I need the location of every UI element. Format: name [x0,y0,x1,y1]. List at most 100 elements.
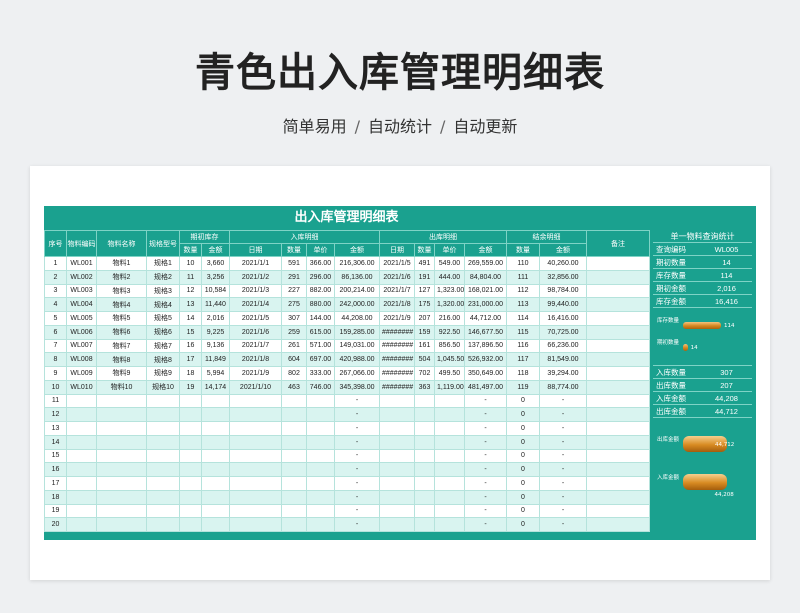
cell-o-amt[interactable] [201,489,230,505]
cell-code[interactable]: WL002 [66,269,97,285]
cell-spec[interactable]: 规格8 [146,352,180,367]
cell-i-qty[interactable] [281,476,307,491]
cell-x-price[interactable] [434,393,465,409]
cell-name[interactable]: 物料8 [96,352,147,367]
cell-c-qty[interactable]: 116 [506,338,540,354]
cell-no[interactable]: 14 [44,434,67,450]
cell-i-date[interactable]: 2021/1/5 [229,311,282,326]
col-header-date[interactable]: 日期 [229,243,282,257]
cell-c-qty[interactable]: 0 [506,407,540,422]
cell-code[interactable] [66,421,97,436]
cell-c-qty[interactable]: 0 [506,489,540,505]
cell-o-amt[interactable]: 11,849 [201,352,230,367]
cell-remark[interactable] [586,393,650,409]
cell-name[interactable]: 物料2 [96,269,147,285]
cell-i-amt[interactable]: - [334,448,380,464]
cell-c-amt[interactable]: - [539,503,587,519]
cell-code[interactable] [66,393,97,409]
cell-x-date[interactable] [379,503,415,519]
cell-x-date[interactable]: ######## [379,366,415,381]
cell-spec[interactable]: 规格10 [146,379,180,395]
cell-x-qty[interactable]: 491 [414,256,435,271]
cell-name[interactable]: 物料4 [96,297,147,312]
cell-i-amt[interactable]: - [334,476,380,491]
cell-i-date[interactable] [229,407,282,422]
cell-c-qty[interactable]: 110 [506,256,540,271]
table-row[interactable]: 1 WL001 物料1 规格1 10 3,660 2021/1/1 591 366.00 216,… [44,256,650,271]
cell-x-price[interactable]: 216.00 [434,311,465,326]
cell-o-qty[interactable]: 19 [179,379,202,395]
cell-spec[interactable]: 规格2 [146,269,180,285]
cell-i-qty[interactable]: 261 [281,338,307,354]
cell-i-qty[interactable]: 802 [281,366,307,381]
cell-x-date[interactable] [379,407,415,422]
cell-i-qty[interactable]: 604 [281,352,307,367]
cell-x-price[interactable] [434,448,465,464]
cell-spec[interactable] [146,462,180,477]
cell-spec[interactable]: 规格7 [146,338,180,354]
cell-no[interactable]: 19 [44,503,67,519]
cell-o-qty[interactable] [179,489,202,505]
cell-no[interactable]: 16 [44,462,67,477]
cell-x-amt[interactable]: - [464,517,507,532]
cell-code[interactable] [66,503,97,519]
cell-x-price[interactable] [434,476,465,491]
cell-remark[interactable] [586,517,650,532]
cell-i-price[interactable] [306,407,335,422]
cell-remark[interactable] [586,324,650,340]
cell-x-qty[interactable]: 191 [414,269,435,285]
cell-i-amt[interactable]: - [334,489,380,505]
cell-x-date[interactable]: 2021/1/6 [379,269,415,285]
cell-i-amt[interactable]: 200,214.00 [334,283,380,299]
cell-x-qty[interactable] [414,462,435,477]
cell-spec[interactable] [146,407,180,422]
cell-x-price[interactable]: 1,119.00 [434,379,465,395]
cell-code[interactable] [66,462,97,477]
cell-x-qty[interactable] [414,407,435,422]
cell-i-date[interactable]: 2021/1/7 [229,338,282,354]
col-header-remark[interactable]: 备注 [586,230,650,257]
cell-code[interactable] [66,448,97,464]
cell-c-amt[interactable]: - [539,421,587,436]
cell-no[interactable]: 8 [44,352,67,367]
col-header-amount[interactable]: 金额 [334,243,380,257]
cell-x-amt[interactable]: 168,021.00 [464,283,507,299]
cell-c-qty[interactable]: 0 [506,421,540,436]
cell-x-price[interactable]: 922.50 [434,324,465,340]
cell-o-amt[interactable] [201,448,230,464]
cell-i-qty[interactable] [281,503,307,519]
cell-x-price[interactable] [434,462,465,477]
cell-c-amt[interactable]: 81,549.00 [539,352,587,367]
cell-c-amt[interactable]: - [539,476,587,491]
col-header-price[interactable]: 单价 [434,243,465,257]
cell-x-price[interactable] [434,421,465,436]
cell-i-date[interactable]: 2021/1/2 [229,269,282,285]
cell-x-amt[interactable]: 526,932.00 [464,352,507,367]
cell-x-price[interactable] [434,489,465,505]
cell-x-price[interactable] [434,434,465,450]
cell-o-amt[interactable] [201,517,230,532]
cell-x-date[interactable]: ######## [379,338,415,354]
cell-o-amt[interactable] [201,503,230,519]
table-row[interactable]: 12- -0- [44,407,650,422]
cell-no[interactable]: 7 [44,338,67,354]
col-header-qty[interactable]: 数量 [281,243,307,257]
cell-x-amt[interactable]: 44,712.00 [464,311,507,326]
cell-code[interactable]: WL001 [66,256,97,271]
cell-o-qty[interactable] [179,517,202,532]
table-row[interactable]: 8 WL008 物料8 规格8 17 11,849 2021/1/8 604 697.00 420… [44,352,650,367]
cell-x-amt[interactable]: - [464,434,507,450]
cell-spec[interactable] [146,489,180,505]
cell-name[interactable]: 物料1 [96,256,147,271]
cell-code[interactable]: WL008 [66,352,97,367]
cell-spec[interactable]: 规格9 [146,366,180,381]
cell-c-amt[interactable]: - [539,517,587,532]
cell-x-qty[interactable] [414,503,435,519]
cell-i-price[interactable] [306,421,335,436]
cell-i-amt[interactable]: 149,031.00 [334,338,380,354]
cell-i-price[interactable]: 882.00 [306,283,335,299]
cell-o-qty[interactable] [179,503,202,519]
cell-no[interactable]: 12 [44,407,67,422]
table-row[interactable]: 4 WL004 物料4 规格4 13 11,440 2021/1/4 275 880.00 242… [44,297,650,312]
cell-code[interactable] [66,434,97,450]
